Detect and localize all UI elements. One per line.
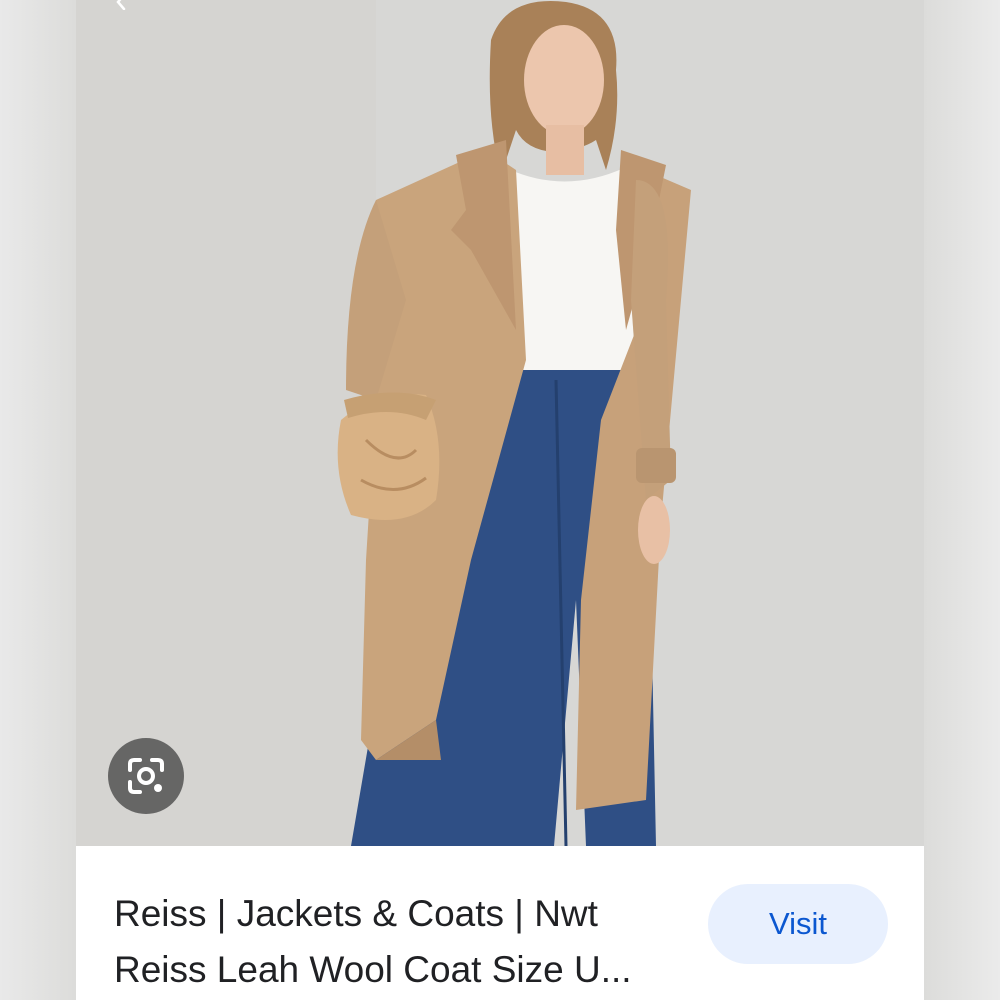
product-photo-illustration xyxy=(76,0,924,846)
result-title[interactable]: Reiss | Jackets & Coats | Nwt Reiss Leah… xyxy=(114,886,674,998)
result-card[interactable]: Reiss | Jackets & Coats | Nwt Reiss Leah… xyxy=(76,846,924,1000)
product-image[interactable] xyxy=(76,0,924,846)
google-lens-button[interactable] xyxy=(108,738,184,814)
visit-button[interactable]: Visit xyxy=(708,884,888,964)
google-lens-icon xyxy=(128,758,164,794)
screen: Reiss | Jackets & Coats | Nwt Reiss Leah… xyxy=(0,0,1000,1000)
chevron-left-icon[interactable] xyxy=(114,0,130,10)
result-title-line-1: Reiss | Jackets & Coats | Nwt xyxy=(114,893,598,934)
result-title-line-2: Reiss Leah Wool Coat Size U... xyxy=(114,949,632,990)
face-shape xyxy=(524,25,604,135)
